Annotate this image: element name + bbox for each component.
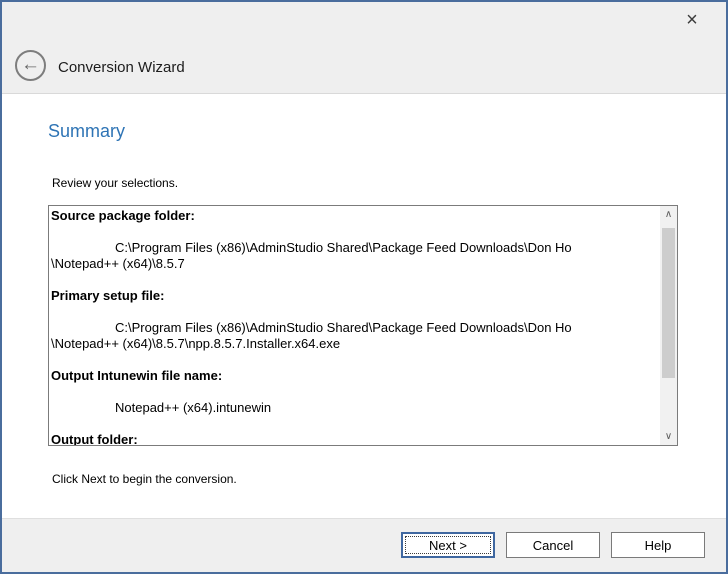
summary-section-value: C:\Program Files (x86)\AdminStudio Share… — [51, 320, 658, 352]
summary-section-label: Source package folder: — [51, 208, 658, 224]
conversion-wizard-window: × ← Conversion Wizard Summary Review you… — [0, 0, 728, 574]
close-button[interactable]: × — [676, 6, 708, 34]
help-button[interactable]: Help — [611, 532, 705, 558]
summary-section-label: Output Intunewin file name: — [51, 368, 658, 384]
back-arrow-icon: ← — [21, 55, 40, 74]
summary-section: Output Intunewin file name: Notepad++ (x… — [51, 368, 658, 416]
footer-bar: Next > Cancel Help — [2, 518, 726, 572]
summary-section: Primary setup file: C:\Program Files (x8… — [51, 288, 658, 352]
summary-section: Source package folder: C:\Program Files … — [51, 208, 658, 272]
cancel-button[interactable]: Cancel — [506, 532, 600, 558]
next-button[interactable]: Next > — [401, 532, 495, 558]
scrollbar-thumb[interactable] — [662, 228, 675, 378]
page-title: Summary — [48, 121, 125, 142]
button-row: Next > Cancel Help — [401, 532, 705, 558]
summary-box[interactable]: Source package folder: C:\Program Files … — [48, 205, 678, 446]
summary-section-label: Output folder: — [51, 432, 658, 445]
footer-note: Click Next to begin the conversion. — [52, 472, 237, 486]
scrollbar-up-button[interactable]: ∧ — [660, 206, 677, 223]
scrollbar-down-button[interactable]: ∨ — [660, 428, 677, 445]
close-icon: × — [686, 10, 698, 30]
chevron-down-icon: ∨ — [665, 431, 672, 442]
wizard-header: × ← Conversion Wizard — [2, 2, 726, 94]
vertical-scrollbar[interactable]: ∧ ∨ — [660, 206, 677, 445]
summary-section-label: Primary setup file: — [51, 288, 658, 304]
wizard-title: Conversion Wizard — [58, 59, 185, 76]
intro-text: Review your selections. — [52, 176, 178, 190]
summary-section-value: Notepad++ (x64).intunewin — [51, 400, 658, 416]
summary-section-value: C:\Program Files (x86)\AdminStudio Share… — [51, 240, 658, 272]
summary-section: Output folder: — [51, 432, 658, 445]
chevron-up-icon: ∧ — [665, 209, 672, 220]
summary-content: Source package folder: C:\Program Files … — [49, 206, 660, 445]
back-button[interactable]: ← — [15, 50, 46, 81]
